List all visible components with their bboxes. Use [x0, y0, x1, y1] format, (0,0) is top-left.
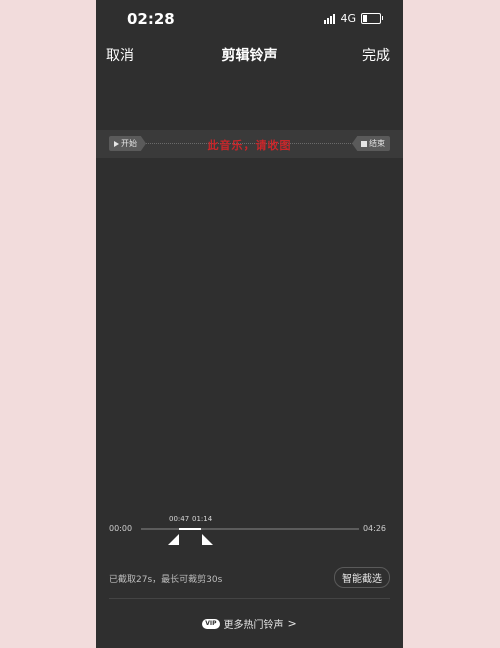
selection-end-time: 01:14: [192, 515, 213, 523]
status-time: 02:28: [127, 10, 175, 28]
trim-end-handle[interactable]: [202, 534, 213, 545]
cancel-button[interactable]: 取消: [106, 45, 134, 65]
battery-icon: [361, 13, 383, 24]
end-marker-button[interactable]: 结束: [352, 136, 390, 151]
trim-start-handle[interactable]: [168, 534, 179, 545]
timeline-end-time: 04:26: [362, 524, 386, 533]
timeline-selection: [179, 528, 201, 530]
stop-icon: [361, 140, 367, 147]
more-ringtones-label: 更多热门铃声: [223, 620, 284, 631]
smart-select-button[interactable]: 智能截选: [334, 567, 390, 588]
selection-start-time: 00:47: [169, 515, 190, 523]
start-marker-label: 开始: [121, 139, 137, 148]
phone-screen: 02:28 4G 剪辑铃声 取消 完成 此音乐，请收图 开始 结束 00:00 …: [96, 0, 403, 648]
end-marker-label: 结束: [369, 139, 385, 148]
playback-strip: 此音乐，请收图 开始 结束: [96, 130, 403, 158]
network-type: 4G: [340, 12, 356, 25]
done-button[interactable]: 完成: [362, 45, 390, 65]
page-title: 剪辑铃声: [221, 48, 278, 64]
chevron-right-icon: >: [287, 617, 297, 630]
play-icon: [114, 140, 119, 147]
timeline-start-time: 00:00: [109, 524, 133, 533]
clip-info-text: 已截取27s，最长可裁剪30s: [109, 575, 223, 585]
more-ringtones-link[interactable]: VIP 更多热门铃声 >: [96, 616, 403, 631]
signal-icon: [324, 13, 336, 24]
divider: [109, 598, 390, 599]
vip-icon: VIP: [202, 618, 220, 629]
timeline-track[interactable]: [141, 528, 359, 530]
start-marker-button[interactable]: 开始: [109, 136, 146, 151]
status-icons: 4G: [324, 12, 383, 25]
